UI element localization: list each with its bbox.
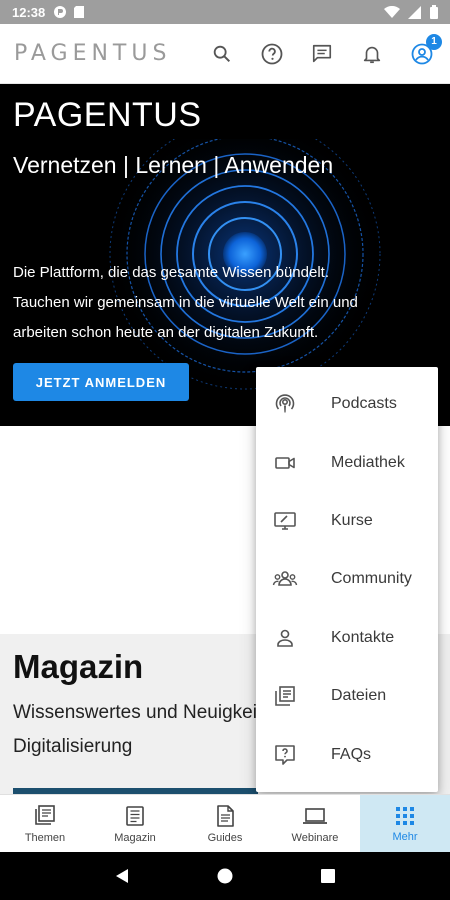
app-logo[interactable]: PAGENTUS — [14, 41, 171, 66]
recents-icon[interactable] — [319, 867, 337, 885]
messages-button[interactable] — [308, 40, 336, 68]
register-button[interactable]: JETZT ANMELDEN — [13, 363, 189, 401]
search-icon — [213, 45, 231, 62]
files-icon — [272, 683, 298, 709]
menu-item-label: Community — [331, 570, 412, 588]
magazine-icon — [126, 806, 144, 826]
hero-subtitle: Vernetzen | Lernen | Anwenden — [13, 152, 334, 178]
menu-item-faqs[interactable]: FAQs — [256, 725, 438, 783]
menu-item-kurse[interactable]: Kurse — [256, 492, 438, 550]
back-icon[interactable] — [113, 867, 131, 885]
sd-card-icon — [74, 6, 85, 18]
hero-text-line: arbeiten schon heute an der digitalen Zu… — [13, 324, 319, 341]
laptop-icon — [303, 808, 327, 824]
person-icon — [272, 625, 298, 651]
hero-text-line: Die Plattform, die das gesamte Wissen bü… — [13, 264, 329, 281]
video-camera-icon — [272, 450, 298, 476]
menu-item-community[interactable]: Community — [256, 550, 438, 608]
menu-item-label: Mediathek — [331, 453, 405, 471]
menu-item-label: Dateien — [331, 687, 387, 705]
bell-icon — [363, 46, 381, 63]
status-bar: 12:38 — [0, 0, 450, 24]
search-button[interactable] — [208, 40, 236, 68]
menu-item-podcasts[interactable]: Podcasts — [256, 375, 438, 433]
system-navigation-bar — [0, 852, 450, 900]
hero-title: PAGENTUS — [13, 96, 202, 134]
nav-item-guides[interactable]: Guides — [180, 795, 270, 853]
document-icon — [217, 805, 234, 827]
book-icon — [35, 805, 55, 825]
nav-item-webinare[interactable]: Webinare — [270, 795, 360, 853]
help-chat-icon — [272, 742, 298, 768]
more-menu: Podcasts Mediathek Kurse Community Konta… — [256, 367, 438, 792]
home-icon[interactable] — [216, 867, 234, 885]
app-notification-icon — [54, 6, 67, 18]
profile-button[interactable]: 1 — [408, 33, 442, 68]
menu-item-dateien[interactable]: Dateien — [256, 667, 438, 725]
nav-label: Mehr — [392, 831, 418, 843]
wifi-icon — [384, 5, 400, 18]
menu-item-label: Kurse — [331, 511, 373, 529]
monitor-icon — [272, 508, 298, 534]
notifications-button[interactable] — [358, 40, 386, 68]
nav-item-themen[interactable]: Themen — [0, 795, 90, 853]
help-button[interactable] — [258, 40, 286, 68]
menu-item-label: FAQs — [331, 745, 372, 763]
hero-description: Die Plattform, die das gesamte Wissen bü… — [13, 258, 433, 348]
nav-label: Guides — [207, 832, 243, 844]
app-bar: PAGENTUS 1 — [0, 24, 450, 84]
nav-label: Magazin — [114, 832, 156, 844]
nav-item-magazin[interactable]: Magazin — [90, 795, 180, 853]
menu-item-mediathek[interactable]: Mediathek — [256, 433, 438, 491]
battery-icon — [430, 5, 438, 19]
nav-label: Webinare — [291, 832, 339, 844]
menu-item-kontakte[interactable]: Kontakte — [256, 609, 438, 667]
nav-item-mehr[interactable]: Mehr — [360, 795, 450, 853]
grid-icon — [396, 807, 414, 825]
notification-badge: 1 — [426, 33, 442, 50]
nav-label: Themen — [24, 832, 66, 844]
status-notification-icons — [53, 5, 85, 19]
bottom-navigation: Themen Magazin Guides Webinare Mehr — [0, 794, 450, 853]
status-time: 12:38 — [12, 4, 46, 20]
menu-item-label: Podcasts — [331, 395, 397, 413]
menu-item-label: Kontakte — [331, 628, 395, 646]
signal-icon — [408, 5, 421, 19]
chat-icon — [312, 44, 332, 62]
hero-text-line: Tauchen wir gemeinsam in die virtuelle W… — [13, 294, 358, 311]
group-icon — [272, 566, 298, 592]
help-icon — [261, 43, 283, 64]
podcast-icon — [272, 391, 298, 417]
magazin-title: Magazin — [13, 648, 144, 685]
